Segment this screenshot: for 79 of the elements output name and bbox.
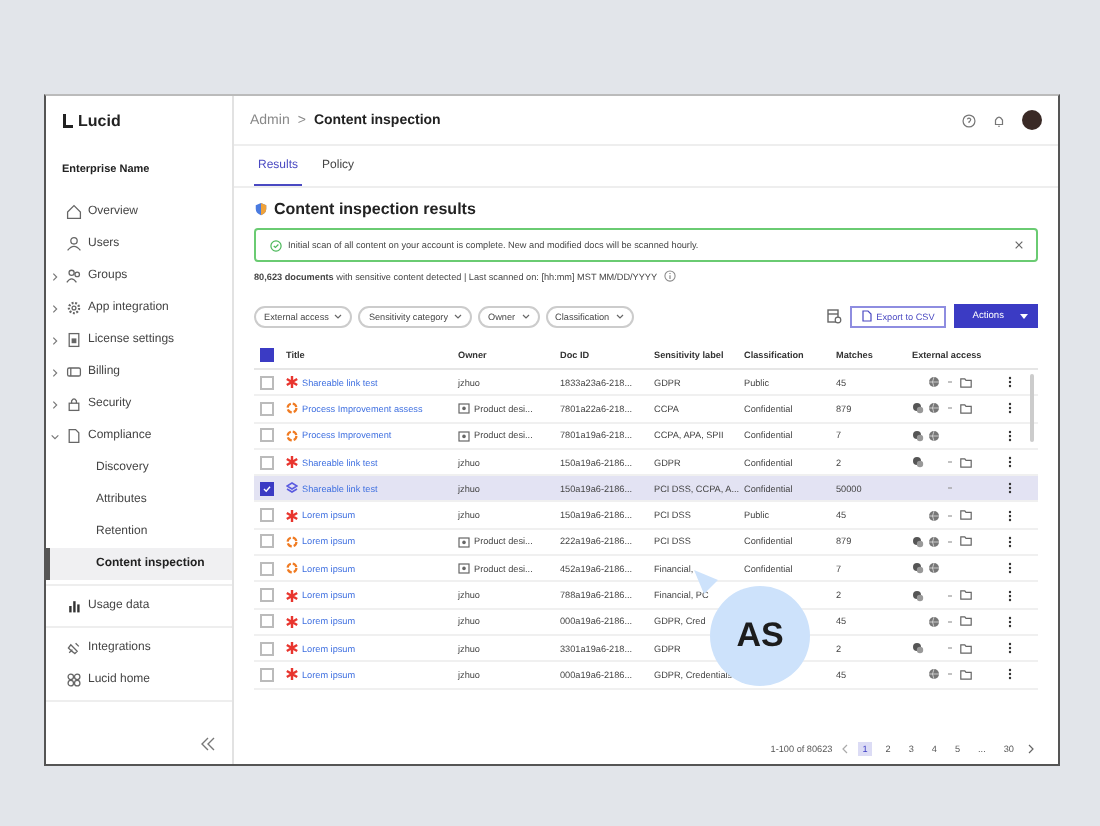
columns-icon[interactable] — [826, 308, 843, 324]
ring-icon — [286, 562, 298, 575]
people-icon — [912, 589, 924, 602]
select-all-checkbox[interactable] — [260, 347, 274, 361]
group-icon — [66, 268, 82, 284]
ring-icon — [286, 429, 298, 442]
user-icon — [66, 236, 82, 252]
gear-icon — [66, 300, 82, 316]
previous-icon[interactable] — [842, 743, 849, 753]
asterisk-icon — [286, 509, 298, 522]
row-checkbox[interactable] — [260, 588, 274, 603]
logo-icon — [62, 113, 74, 127]
chevron-icon[interactable] — [50, 335, 60, 345]
ring-icon — [286, 535, 298, 548]
grid-icon — [66, 672, 82, 688]
check-icon — [270, 239, 282, 251]
help-icon[interactable] — [962, 113, 976, 127]
asterisk-icon — [286, 642, 298, 655]
globe-icon — [928, 429, 940, 442]
row-checkbox[interactable] — [260, 614, 274, 629]
caret-icon — [334, 313, 343, 319]
next-icon[interactable] — [1028, 743, 1034, 753]
globe-icon — [928, 376, 940, 389]
row-checkbox[interactable] — [260, 561, 274, 576]
people-icon — [912, 456, 924, 469]
info-icon[interactable] — [663, 270, 676, 282]
stack-icon — [286, 482, 298, 495]
document-icon — [66, 332, 82, 348]
chevron-icon[interactable] — [50, 399, 60, 409]
document-icon — [66, 428, 82, 444]
collapse-icon[interactable] — [200, 736, 216, 752]
bell-icon[interactable] — [992, 113, 1006, 127]
globe-icon — [928, 668, 940, 681]
people-icon — [912, 402, 924, 415]
globe-icon — [928, 615, 940, 628]
people-icon — [912, 642, 924, 655]
logo-text: Lucid — [78, 111, 121, 129]
asterisk-icon — [286, 456, 298, 469]
chevron-icon[interactable] — [50, 431, 60, 441]
row-checkbox[interactable] — [260, 455, 274, 470]
chevron-icon[interactable] — [50, 367, 60, 377]
lock-icon — [66, 396, 82, 412]
asterisk-icon — [286, 376, 298, 389]
row-checkbox[interactable] — [260, 641, 274, 656]
chevron-icon[interactable] — [50, 303, 60, 313]
scrollbar[interactable] — [1030, 374, 1034, 442]
shield-icon — [254, 202, 268, 216]
check-icon — [262, 483, 272, 494]
home-icon — [66, 204, 82, 220]
caret-icon — [521, 313, 530, 319]
globe-icon — [928, 535, 940, 548]
asterisk-icon — [286, 615, 298, 628]
chevron-icon[interactable] — [50, 271, 60, 281]
globe-icon — [928, 562, 940, 575]
row-checkbox[interactable] — [260, 534, 274, 549]
asterisk-icon — [286, 589, 298, 602]
pointer-icon — [694, 570, 718, 594]
caret-icon — [454, 313, 463, 319]
ring-icon — [286, 402, 298, 415]
row-checkbox[interactable] — [260, 375, 274, 390]
avatar[interactable] — [1022, 110, 1042, 130]
globe-icon — [928, 509, 940, 522]
row-checkbox[interactable] — [260, 428, 274, 443]
people-icon — [912, 535, 924, 548]
row-checkbox[interactable] — [260, 481, 274, 496]
row-checkbox[interactable] — [260, 508, 274, 523]
page-title: Content inspection results — [274, 200, 476, 218]
asterisk-icon — [286, 668, 298, 681]
people-icon — [912, 562, 924, 575]
bar-chart-icon — [66, 598, 82, 614]
globe-icon — [928, 402, 940, 415]
card-icon — [66, 364, 82, 380]
caret-icon — [615, 313, 624, 319]
row-checkbox[interactable] — [260, 401, 274, 416]
document-icon — [862, 310, 873, 322]
caret-icon — [1020, 313, 1028, 319]
people-icon — [912, 429, 924, 442]
close-icon[interactable] — [1014, 240, 1024, 250]
row-checkbox[interactable] — [260, 667, 274, 682]
